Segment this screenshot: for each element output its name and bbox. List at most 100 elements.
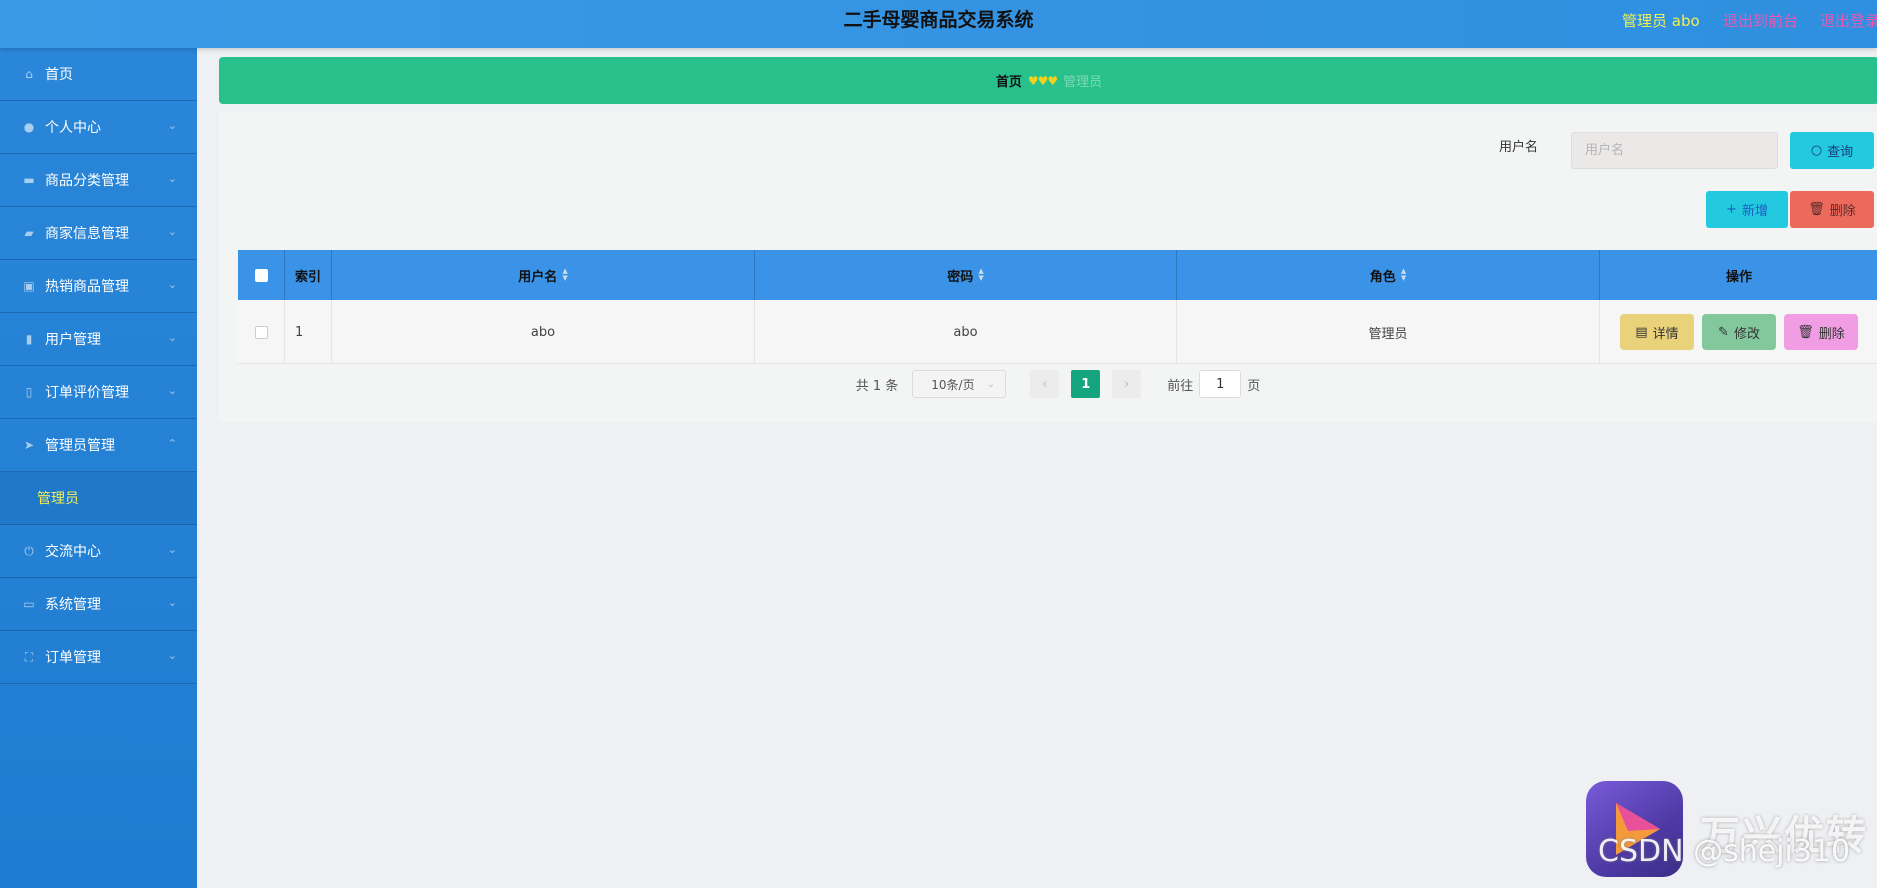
header-password[interactable]: 密码 ▲ ▼ xyxy=(755,250,1177,300)
sidebar-item-merchant[interactable]: ▰ 商家信息管理 ⌄ xyxy=(0,207,197,260)
sidebar-item-orders[interactable]: ⛶ 订单管理 ⌄ xyxy=(0,631,197,684)
add-button[interactable]: + 新增 xyxy=(1706,191,1788,228)
chevron-down-icon: ⌄ xyxy=(167,172,177,185)
watermark-csdn: CSDN @sheji310 xyxy=(1598,834,1851,869)
delete-button[interactable]: 🗑 删除 xyxy=(1784,314,1858,350)
trash-icon: 🗑 xyxy=(1797,324,1814,340)
search-label: 用户名 xyxy=(1499,140,1539,155)
sidebar-item-label: 管理员管理 xyxy=(45,438,115,454)
admin-table: 索引 用户名 ▲ ▼ 密码 ▲ ▼ 角色 ▲ ▼ 操作 1 abo abo 管理员 xyxy=(238,250,1877,364)
document-icon: ▤ xyxy=(1635,324,1648,340)
chevron-down-icon: ⌄ xyxy=(167,543,177,556)
chevron-up-icon: ⌃ xyxy=(167,437,177,450)
chevron-down-icon: ⌄ xyxy=(986,378,996,390)
heart-separator-icon: ♥♥♥ xyxy=(1027,73,1058,88)
header-role[interactable]: 角色 ▲ ▼ xyxy=(1177,250,1600,300)
pagination: 共 1 条 10条/页 ⌄ ‹ 1 › 前往 1 页 xyxy=(238,364,1877,404)
sidebar-item-system[interactable]: ▭ 系统管理 ⌄ xyxy=(0,578,197,631)
chevron-left-icon: ‹ xyxy=(1042,376,1048,392)
sidebar-item-category[interactable]: ▬ 商品分类管理 ⌄ xyxy=(0,154,197,207)
cell-operations: ▤ 详情 ✎ 修改 🗑 删除 xyxy=(1600,300,1877,364)
next-page-button[interactable]: › xyxy=(1112,370,1142,398)
cell-index: 1 xyxy=(285,300,332,364)
sidebar-item-label: 交流中心 xyxy=(45,544,101,560)
send-icon: ➤ xyxy=(23,438,35,452)
select-all-checkbox[interactable] xyxy=(254,268,268,282)
sidebar-item-users[interactable]: ▮ 用户管理 ⌄ xyxy=(0,313,197,366)
chevron-down-icon: ⌄ xyxy=(167,596,177,609)
chevron-down-icon: ⌄ xyxy=(167,331,177,344)
cell-role: 管理员 xyxy=(1177,300,1600,364)
edit-button[interactable]: ✎ 修改 xyxy=(1702,314,1776,350)
batch-delete-button[interactable]: 🗑 删除 xyxy=(1790,191,1874,228)
current-user: 管理员 abo xyxy=(1622,12,1700,30)
sidebar: ⌂ 首页 ● 个人中心 ⌄ ▬ 商品分类管理 ⌄ ▰ 商家信息管理 ⌄ ▣ 热销… xyxy=(0,48,197,888)
sort-icon: ▲ ▼ xyxy=(1400,267,1407,282)
sidebar-item-profile[interactable]: ● 个人中心 ⌄ xyxy=(0,101,197,154)
breadcrumb-current: 管理员 xyxy=(1063,75,1103,90)
username-search-input[interactable] xyxy=(1571,132,1778,169)
medal-icon: ▯ xyxy=(25,385,33,399)
clipboard-icon: ▣ xyxy=(23,279,35,293)
sidebar-item-order-review[interactable]: ▯ 订单评价管理 ⌄ xyxy=(0,366,197,419)
prev-page-button[interactable]: ‹ xyxy=(1030,370,1060,398)
page-number-current[interactable]: 1 xyxy=(1071,370,1101,398)
sidebar-item-label: 商家信息管理 xyxy=(45,226,129,242)
chevron-right-icon: › xyxy=(1124,376,1130,392)
sort-icon: ▲ ▼ xyxy=(978,267,984,282)
system-title: 二手母婴商品交易系统 xyxy=(843,9,1034,31)
table-header: 索引 用户名 ▲ ▼ 密码 ▲ ▼ 角色 ▲ ▼ 操作 xyxy=(238,250,1877,300)
sidebar-item-label: 商品分类管理 xyxy=(45,173,129,189)
sidebar-item-label: 首页 xyxy=(45,67,73,83)
goto-page-input[interactable]: 1 xyxy=(1199,370,1242,398)
sort-icon: ▲ ▼ xyxy=(562,267,568,282)
row-checkbox[interactable] xyxy=(254,325,268,339)
sidebar-item-admin[interactable]: ➤ 管理员管理 ⌃ xyxy=(0,419,197,472)
comment-icon: ▬ xyxy=(23,173,35,187)
chevron-down-icon: ⌄ xyxy=(167,225,177,238)
home-icon: ⌂ xyxy=(25,67,33,81)
select-all-cell xyxy=(238,250,285,300)
sidebar-item-home[interactable]: ⌂ 首页 xyxy=(0,48,197,101)
chevron-down-icon: ⌄ xyxy=(167,649,177,662)
query-button[interactable]: ○ 查询 xyxy=(1790,132,1874,169)
sidebar-item-forum[interactable]: ⏻ 交流中心 ⌄ xyxy=(0,525,197,578)
ticket-icon: ▰ xyxy=(24,226,34,240)
power-icon: ⏻ xyxy=(24,543,34,558)
message-icon: ▭ xyxy=(23,597,35,611)
header-operation: 操作 xyxy=(1725,269,1752,285)
header-username[interactable]: 用户名 ▲ ▼ xyxy=(332,250,755,300)
chevron-down-icon: ⌄ xyxy=(167,278,177,291)
sidebar-item-hot-goods[interactable]: ▣ 热销商品管理 ⌄ xyxy=(0,260,197,313)
main-content: 首页 ♥♥♥ 管理员 用户名 ○ 查询 + 新增 🗑 删除 索引 用户名 ▲▼ … xyxy=(197,48,1877,888)
cell-username: abo xyxy=(332,300,755,364)
breadcrumb: 首页 ♥♥♥ 管理员 xyxy=(219,57,1877,104)
header-index: 索引 xyxy=(285,250,332,300)
sidebar-item-label: 系统管理 xyxy=(45,597,101,613)
user-icon: ● xyxy=(23,120,35,134)
goto-page: 前往 1 页 xyxy=(1167,370,1260,398)
plus-icon: + xyxy=(1726,202,1737,217)
logout-link[interactable]: 退出登录 xyxy=(1820,10,1877,31)
sidebar-item-label: 热销商品管理 xyxy=(45,279,129,295)
detail-button[interactable]: ▤ 详情 xyxy=(1620,314,1694,350)
sidebar-item-label: 个人中心 xyxy=(45,120,101,136)
page-size-select[interactable]: 10条/页 ⌄ xyxy=(912,370,1007,398)
top-header: 二手母婴商品交易系统 管理员 abo 退出到前台 退出登录 xyxy=(0,0,1877,48)
cell-password: abo xyxy=(755,300,1177,364)
chevron-down-icon: ⌄ xyxy=(167,384,177,397)
sidebar-item-label: 订单评价管理 xyxy=(45,385,129,401)
pagination-total: 共 1 条 xyxy=(855,378,899,394)
pencil-icon: ✎ xyxy=(1718,324,1729,340)
row-select-cell xyxy=(238,300,285,364)
fullscreen-icon: ⛶ xyxy=(24,649,34,664)
breadcrumb-home[interactable]: 首页 xyxy=(996,71,1022,90)
search-icon: ○ xyxy=(1810,143,1823,158)
sidebar-item-label: 用户管理 xyxy=(45,332,101,348)
table-row: 1 abo abo 管理员 ▤ 详情 ✎ 修改 🗑 删除 xyxy=(238,300,1877,364)
chevron-down-icon: ⌄ xyxy=(167,119,177,132)
sidebar-item-label: 订单管理 xyxy=(45,650,101,666)
sidebar-subitem-admin[interactable]: 管理员 xyxy=(0,472,197,525)
mic-icon: ▮ xyxy=(25,332,33,346)
back-to-front-link[interactable]: 退出到前台 xyxy=(1723,10,1798,31)
